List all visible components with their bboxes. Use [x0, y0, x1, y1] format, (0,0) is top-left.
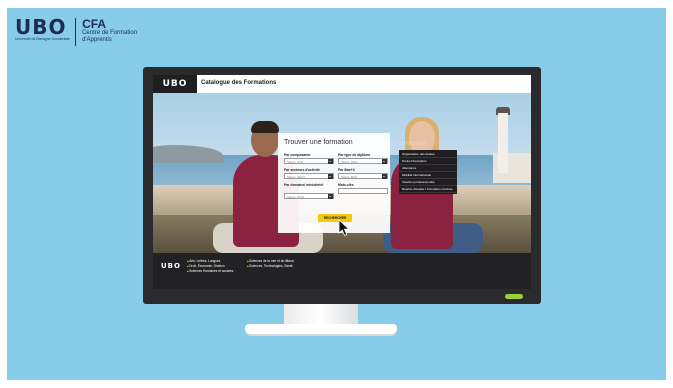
filter-select-diplome-value: Sélect. DIPL — [341, 159, 358, 164]
mouse-cursor-icon — [338, 219, 351, 237]
search-title: Trouver une formation — [284, 139, 353, 146]
side-link-alternance[interactable]: Alternance — [399, 165, 457, 172]
ubo-logo: UBO Université de Bretagne Occidentale — [15, 15, 71, 41]
power-indicator — [505, 294, 523, 299]
site-logo[interactable]: UBO — [153, 75, 197, 93]
keyword-label: Mots-clés — [338, 183, 354, 187]
lighthouse — [498, 113, 508, 173]
brand-divider — [75, 18, 77, 46]
filter-label-domaine: Par domaine/ ministériel — [284, 183, 324, 187]
filter-select-bac-value: Sélect. BAC — [341, 174, 358, 179]
keyword-input[interactable] — [338, 188, 388, 194]
cfa-title: CFA — [82, 17, 107, 31]
filter-select-secteurs[interactable]: Sélect. SECT — [284, 173, 334, 179]
footer-logo: UBO — [161, 262, 181, 270]
hero-cliff — [153, 145, 223, 163]
monitor-stand-base — [245, 324, 397, 334]
filter-select-composante-value: Sélect. UFR — [287, 159, 304, 164]
filter-select-composante[interactable]: Sélect. UFR — [284, 158, 334, 164]
cfa-logo: CFA Centre de Formation d'Apprentis — [82, 18, 137, 44]
chevron-down-icon — [382, 174, 387, 179]
side-panel: S'informer Organisation des études Droit… — [399, 141, 461, 233]
cfa-line-1: Centre de Formation — [82, 30, 138, 36]
side-panel-list: Organisation des études Droits d'inscrip… — [399, 150, 457, 194]
filter-select-secteurs-value: Sélect. SECT — [287, 174, 306, 179]
filter-label-composante: Par composante — [284, 153, 311, 157]
student-1-hair — [251, 121, 279, 133]
ubo-logo-subtitle: Université de Bretagne Occidentale — [15, 37, 71, 41]
chevron-down-icon — [328, 174, 333, 179]
monitor-stand-neck — [284, 304, 358, 326]
filter-select-diplome[interactable]: Sélect. DIPL — [338, 158, 388, 164]
filter-select-domaine-value: Sélect. DOM — [287, 194, 305, 199]
monitor-screen: UBO Catalogue des Formations Trouver une… — [153, 75, 531, 289]
site-title: Catalogue des Formations — [201, 80, 277, 86]
side-link-reprise[interactable]: Reprise d'études / Formation continue — [399, 186, 457, 193]
filter-select-bac[interactable]: Sélect. BAC — [338, 173, 388, 179]
footer-link-sciences-humaines[interactable]: Sciences Humaines et sociales — [187, 269, 233, 274]
background-stage: UBO Université de Bretagne Occidentale C… — [7, 8, 666, 380]
search-card: Trouver une formation Par composante Sél… — [278, 133, 390, 237]
chevron-down-icon — [328, 159, 333, 164]
monitor: UBO Catalogue des Formations Trouver une… — [143, 67, 541, 304]
chevron-down-icon — [382, 159, 387, 164]
hero-photo: Trouver une formation Par composante Sél… — [153, 93, 531, 253]
side-panel-heading: S'informer — [399, 141, 427, 147]
footer-link-sciences-tech[interactable]: Sciences, Technologies, Santé — [247, 264, 303, 269]
filter-label-diplome: Par type de diplôme — [338, 153, 371, 157]
ubo-logo-text: UBO — [15, 15, 67, 39]
side-link-organisation[interactable]: Organisation des études — [399, 151, 457, 158]
site-footer: UBO Arts, Lettres, Langues Droit, Économ… — [153, 253, 531, 289]
footer-column-1: Arts, Lettres, Langues Droit, Économie, … — [187, 259, 233, 274]
filter-label-secteurs: Par secteurs d'activité — [284, 168, 320, 172]
footer-column-2: Sciences de la mer et du littoral Scienc… — [247, 259, 303, 269]
cfa-line-2: d'Apprentis — [82, 37, 112, 43]
filter-label-bac: Par Bac+X — [338, 168, 355, 172]
site-header: UBO Catalogue des Formations — [153, 75, 531, 93]
side-link-insertion[interactable]: Insertion professionnelle — [399, 179, 457, 186]
filter-select-domaine[interactable]: Sélect. DOM — [284, 193, 334, 199]
side-link-droits[interactable]: Droits d'inscription — [399, 158, 457, 165]
chevron-down-icon — [328, 194, 333, 199]
brand-header: UBO Université de Bretagne Occidentale C… — [15, 15, 137, 52]
side-link-mobilite[interactable]: Mobilité internationale — [399, 172, 457, 179]
